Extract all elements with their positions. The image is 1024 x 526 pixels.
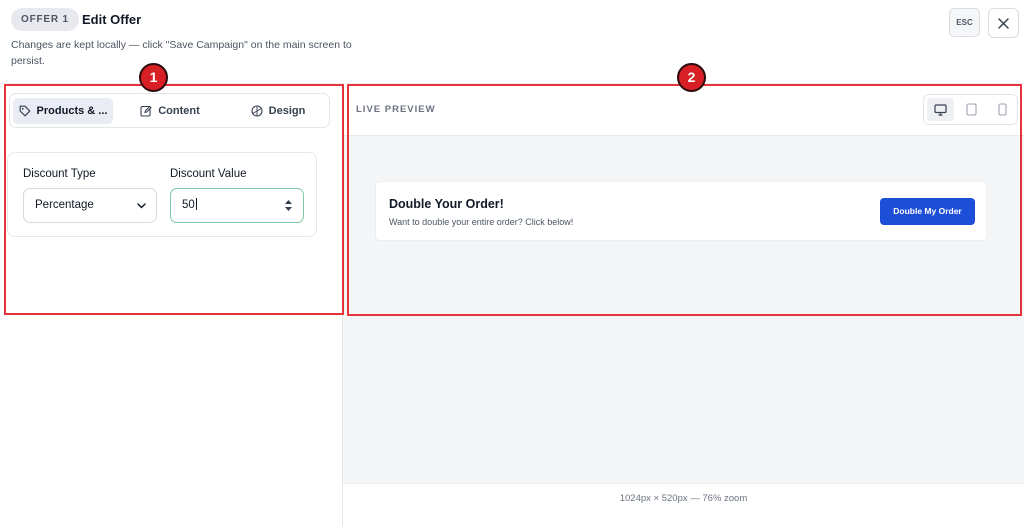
tab-content[interactable]: Content [120, 98, 220, 124]
preview-footer: 1024px × 520px — 76% zoom [343, 483, 1024, 526]
tab-label: Design [268, 105, 306, 117]
preview-panel: LIVE PREVIEW Double Your Order! Want to … [343, 84, 1024, 526]
offer-headline: Double Your Order! [389, 197, 504, 211]
tab-label: Products & ... [36, 105, 108, 117]
editor-panel: Products & ... Content Design Discount T… [0, 84, 343, 526]
live-preview-label: LIVE PREVIEW [356, 104, 436, 115]
annotation-marker-1: 1 [139, 63, 168, 92]
offer-badge: OFFER 1 [11, 8, 79, 31]
close-icon [998, 17, 1009, 29]
tag-icon [19, 105, 30, 117]
discount-value-input[interactable]: 50 [170, 188, 304, 223]
chevron-down-icon [137, 203, 146, 209]
mobile-view-button[interactable] [989, 98, 1016, 121]
tab-design[interactable]: Design [228, 98, 328, 124]
palette-icon [251, 105, 263, 117]
desktop-icon [934, 103, 947, 116]
tab-label: Content [158, 105, 200, 117]
number-stepper-icon[interactable] [284, 199, 293, 212]
tablet-view-button[interactable] [958, 98, 985, 121]
edit-icon [140, 105, 152, 117]
mobile-icon [998, 103, 1007, 116]
double-order-button[interactable]: Double My Order [880, 198, 975, 225]
discount-form: Discount Type Percentage Discount Value … [7, 152, 317, 237]
discount-type-label: Discount Type [23, 168, 96, 180]
device-toggle-group [923, 94, 1018, 125]
tab-products[interactable]: Products & ... [13, 98, 113, 124]
discount-type-select[interactable]: Percentage [23, 188, 157, 223]
offer-subtext: Want to double your entire order? Click … [389, 217, 574, 227]
discount-value-text: 50 [182, 199, 195, 211]
text-caret [195, 198, 197, 210]
preview-header: LIVE PREVIEW [343, 84, 1024, 136]
header-note: Changes are kept locally — click "Save C… [11, 39, 352, 67]
page-title: Edit Offer [82, 12, 142, 27]
tablet-icon [966, 103, 977, 116]
desktop-view-button[interactable] [927, 98, 954, 121]
offer-preview-card: Double Your Order! Want to double your e… [375, 181, 987, 241]
zoom-note: 1024px × 520px — 76% zoom [619, 493, 748, 504]
editor-tabs: Products & ... Content Design [9, 93, 330, 128]
discount-type-value: Percentage [35, 199, 94, 211]
close-button[interactable] [988, 8, 1019, 38]
esc-button[interactable]: ESC [949, 8, 980, 37]
discount-value-label: Discount Value [170, 168, 247, 180]
annotation-marker-2: 2 [677, 63, 706, 92]
